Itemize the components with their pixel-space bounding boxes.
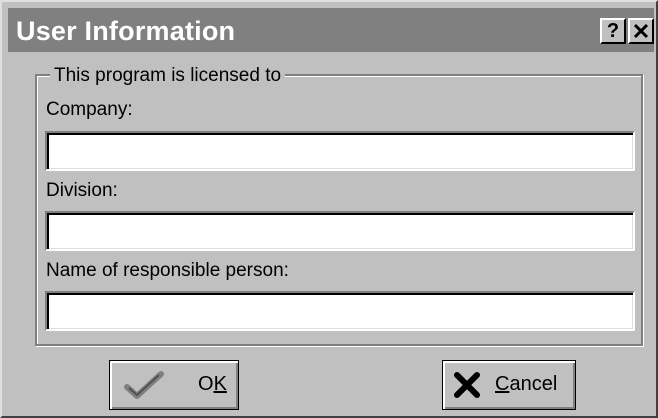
cancel-label-mnemonic: C bbox=[495, 373, 510, 395]
ok-button[interactable]: OK bbox=[109, 360, 239, 410]
cancel-label-rest: ancel bbox=[509, 373, 558, 395]
checkmark-icon bbox=[124, 371, 164, 399]
user-information-dialog: User Information ? This program is licen… bbox=[0, 0, 658, 418]
ok-label: OK bbox=[198, 361, 227, 407]
cancel-button[interactable]: Cancel bbox=[442, 360, 576, 410]
groupbox-title: This program is licensed to bbox=[50, 65, 286, 87]
x-icon bbox=[454, 372, 480, 398]
cancel-label: Cancel bbox=[495, 361, 557, 407]
dialog-title: User Information bbox=[16, 16, 236, 46]
division-label: Division: bbox=[46, 180, 118, 201]
ok-label-first: O bbox=[198, 373, 214, 395]
company-label: Company: bbox=[46, 99, 133, 120]
division-input[interactable] bbox=[45, 211, 635, 251]
ok-label-mnemonic: K bbox=[213, 373, 227, 395]
responsible-person-label: Name of responsible person: bbox=[46, 260, 289, 281]
responsible-person-input[interactable] bbox=[45, 291, 635, 331]
close-icon bbox=[633, 23, 649, 39]
close-button[interactable] bbox=[628, 18, 654, 44]
title-bar[interactable]: User Information ? bbox=[8, 8, 654, 52]
company-input[interactable] bbox=[45, 131, 635, 171]
help-button[interactable]: ? bbox=[600, 18, 626, 44]
